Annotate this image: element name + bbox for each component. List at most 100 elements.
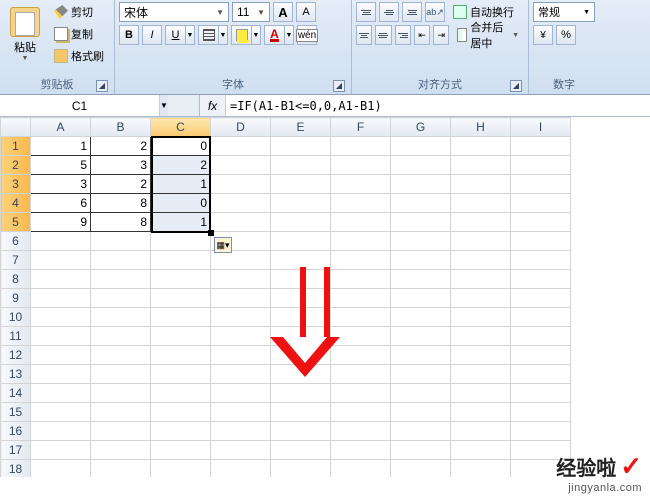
cell-H1[interactable] [451, 137, 511, 156]
cell-A15[interactable] [31, 403, 91, 422]
cell-G6[interactable] [391, 232, 451, 251]
cut-button[interactable]: 剪切 [50, 2, 108, 22]
cell-A8[interactable] [31, 270, 91, 289]
cell-H2[interactable] [451, 156, 511, 175]
phonetic-button[interactable]: wén [297, 25, 317, 45]
copy-button[interactable]: 复制 [50, 24, 108, 44]
cell-D16[interactable] [211, 422, 271, 441]
cell-A12[interactable] [31, 346, 91, 365]
cell-A17[interactable] [31, 441, 91, 460]
row-header-13[interactable]: 13 [1, 365, 31, 384]
cell-G13[interactable] [391, 365, 451, 384]
cell-E7[interactable] [271, 251, 331, 270]
cell-H5[interactable] [451, 213, 511, 232]
cell-B13[interactable] [91, 365, 151, 384]
cell-B18[interactable] [91, 460, 151, 478]
row-header-11[interactable]: 11 [1, 327, 31, 346]
cell-A18[interactable] [31, 460, 91, 478]
cell-E4[interactable] [271, 194, 331, 213]
decrease-indent-button[interactable]: ⇤ [414, 25, 430, 45]
cell-D13[interactable] [211, 365, 271, 384]
clipboard-dialog-launcher[interactable]: ◢ [96, 80, 108, 92]
cell-G10[interactable] [391, 308, 451, 327]
cell-C4[interactable]: 0 [151, 194, 211, 213]
cell-A11[interactable] [31, 327, 91, 346]
cell-C13[interactable] [151, 365, 211, 384]
cell-H18[interactable] [451, 460, 511, 478]
cell-H3[interactable] [451, 175, 511, 194]
cell-H8[interactable] [451, 270, 511, 289]
cell-I10[interactable] [511, 308, 571, 327]
row-header-14[interactable]: 14 [1, 384, 31, 403]
worksheet-grid[interactable]: ABCDEFGHI1120253233214680598167891011121… [0, 117, 650, 477]
cell-I2[interactable] [511, 156, 571, 175]
cell-B15[interactable] [91, 403, 151, 422]
cell-I7[interactable] [511, 251, 571, 270]
cell-C6[interactable] [151, 232, 211, 251]
cell-A6[interactable] [31, 232, 91, 251]
cell-A9[interactable] [31, 289, 91, 308]
cell-D4[interactable] [211, 194, 271, 213]
cell-C17[interactable] [151, 441, 211, 460]
row-header-17[interactable]: 17 [1, 441, 31, 460]
column-header-F[interactable]: F [331, 118, 391, 137]
cell-D15[interactable] [211, 403, 271, 422]
cell-B16[interactable] [91, 422, 151, 441]
cell-I1[interactable] [511, 137, 571, 156]
cell-G16[interactable] [391, 422, 451, 441]
cell-B14[interactable] [91, 384, 151, 403]
row-header-4[interactable]: 4 [1, 194, 31, 213]
cell-F15[interactable] [331, 403, 391, 422]
font-color-button[interactable]: A ▼ [264, 25, 294, 45]
cell-H6[interactable] [451, 232, 511, 251]
cell-F1[interactable] [331, 137, 391, 156]
cell-F11[interactable] [331, 327, 391, 346]
fill-handle[interactable] [208, 230, 214, 236]
cell-F14[interactable] [331, 384, 391, 403]
fill-color-button[interactable]: ▼ [231, 25, 261, 45]
bold-button[interactable]: B [119, 25, 139, 45]
align-bottom-button[interactable] [402, 2, 422, 22]
cell-G15[interactable] [391, 403, 451, 422]
cell-B12[interactable] [91, 346, 151, 365]
cell-E2[interactable] [271, 156, 331, 175]
font-name-combo[interactable]: 宋体 ▼ [119, 2, 229, 22]
cell-G11[interactable] [391, 327, 451, 346]
cell-F6[interactable] [331, 232, 391, 251]
cell-F16[interactable] [331, 422, 391, 441]
cell-D10[interactable] [211, 308, 271, 327]
cell-F18[interactable] [331, 460, 391, 478]
row-header-12[interactable]: 12 [1, 346, 31, 365]
cell-C15[interactable] [151, 403, 211, 422]
cell-D1[interactable] [211, 137, 271, 156]
cell-F17[interactable] [331, 441, 391, 460]
cell-D2[interactable] [211, 156, 271, 175]
format-painter-button[interactable]: 格式刷 [50, 46, 108, 66]
cell-C16[interactable] [151, 422, 211, 441]
cell-A2[interactable]: 5 [31, 156, 91, 175]
cell-B6[interactable] [91, 232, 151, 251]
cell-A3[interactable]: 3 [31, 175, 91, 194]
name-box[interactable]: ▼ [0, 95, 100, 116]
cell-E8[interactable] [271, 270, 331, 289]
grow-font-button[interactable]: A [273, 2, 293, 22]
cell-H14[interactable] [451, 384, 511, 403]
orientation-button[interactable]: ab↗ [425, 2, 445, 22]
percent-button[interactable]: % [556, 25, 576, 45]
row-header-9[interactable]: 9 [1, 289, 31, 308]
cell-C8[interactable] [151, 270, 211, 289]
cell-E18[interactable] [271, 460, 331, 478]
cell-E6[interactable] [271, 232, 331, 251]
select-all-corner[interactable] [1, 118, 31, 137]
italic-button[interactable]: I [142, 25, 162, 45]
row-header-8[interactable]: 8 [1, 270, 31, 289]
cell-C10[interactable] [151, 308, 211, 327]
column-header-A[interactable]: A [31, 118, 91, 137]
row-header-3[interactable]: 3 [1, 175, 31, 194]
cell-G12[interactable] [391, 346, 451, 365]
cell-C5[interactable]: 1 [151, 213, 211, 232]
paste-button[interactable]: 粘贴 ▼ [4, 2, 46, 66]
fx-icon[interactable]: fx [200, 95, 226, 116]
cell-F13[interactable] [331, 365, 391, 384]
cell-H7[interactable] [451, 251, 511, 270]
